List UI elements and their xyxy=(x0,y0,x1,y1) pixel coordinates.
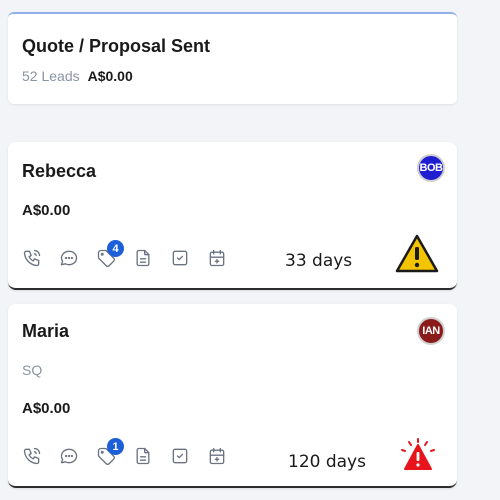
days-in-stage: 120 days xyxy=(288,452,366,472)
lead-card[interactable]: Maria IAN SQ A$0.00 1 120 days xyxy=(8,304,457,488)
chat-icon[interactable] xyxy=(59,248,79,268)
tag-icon[interactable]: 1 xyxy=(96,438,124,466)
lead-actions: 4 xyxy=(22,240,244,268)
phone-icon[interactable] xyxy=(22,248,42,268)
stage-title: Quote / Proposal Sent xyxy=(22,36,211,56)
lead-amount: A$0.00 xyxy=(22,202,71,219)
phone-icon[interactable] xyxy=(22,446,42,466)
checkbox-icon[interactable] xyxy=(170,248,190,268)
document-icon[interactable] xyxy=(133,248,153,268)
lead-amount: A$0.00 xyxy=(22,400,71,417)
tag-icon[interactable]: 4 xyxy=(96,240,124,268)
lead-name[interactable]: Maria xyxy=(22,321,69,342)
document-icon[interactable] xyxy=(133,446,153,466)
tag-count-badge: 1 xyxy=(107,438,124,455)
calendar-icon[interactable] xyxy=(207,446,227,466)
stage-total-value: A$0.00 xyxy=(87,68,133,84)
stage-lead-count: 52 Leads xyxy=(22,68,80,84)
lead-actions: 1 xyxy=(22,438,244,466)
checkbox-icon[interactable] xyxy=(170,446,190,466)
lead-subtitle: SQ xyxy=(22,362,43,378)
chat-icon[interactable] xyxy=(59,446,79,466)
lead-name[interactable]: Rebecca xyxy=(22,161,96,182)
assignee-avatar[interactable]: IAN xyxy=(417,317,445,345)
days-in-stage: 33 days xyxy=(285,251,353,271)
warning-yellow-icon xyxy=(395,234,439,273)
assignee-avatar[interactable]: BOB xyxy=(417,154,445,182)
stage-meta: 52 Leads A$0.00 xyxy=(22,68,443,84)
tag-count-badge: 4 xyxy=(107,240,124,257)
lead-card[interactable]: Rebecca BOB A$0.00 4 33 days xyxy=(8,142,457,290)
alert-red-icon xyxy=(401,438,435,470)
calendar-icon[interactable] xyxy=(207,248,227,268)
pipeline-stage-header: Quote / Proposal Sent 52 Leads A$0.00 xyxy=(8,12,457,104)
